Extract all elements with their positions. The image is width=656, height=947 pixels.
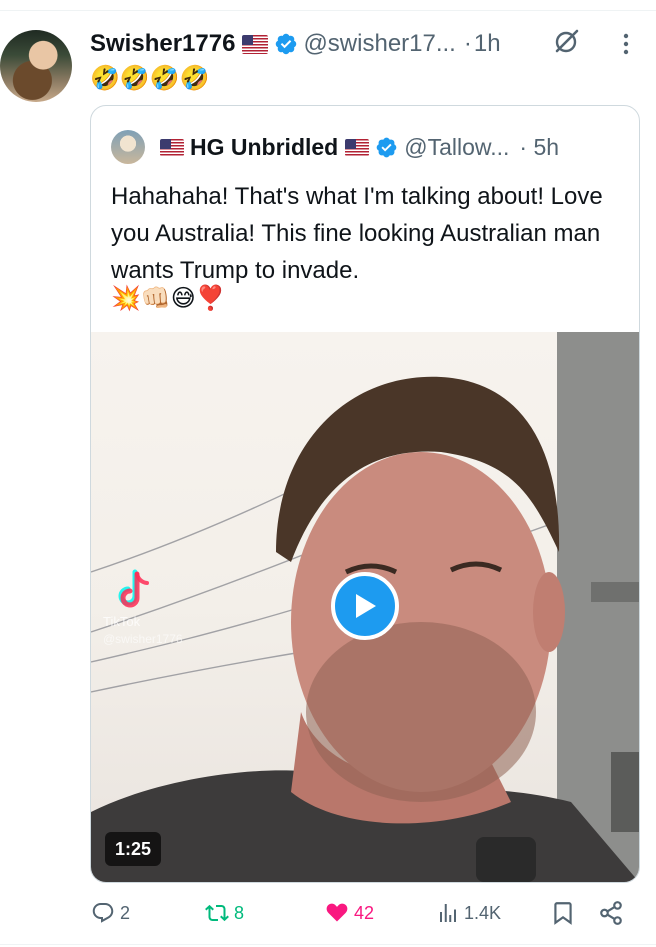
quote-emojis: 💥👊🏻😅❣️ [111, 281, 226, 317]
us-flag-icon [345, 138, 370, 156]
verified-badge-icon [376, 137, 397, 157]
post-header: Swisher1776 @swisher17... · 1h [90, 28, 501, 60]
separator-dot: · [463, 30, 472, 57]
reply-count: 2 [120, 902, 131, 923]
separator-dot: · [519, 133, 528, 160]
post-time[interactable]: 1h [474, 30, 501, 58]
repost-icon [205, 904, 229, 922]
action-bar: 2 8 42 1.4K [90, 896, 638, 930]
grok-icon[interactable] [552, 28, 580, 56]
video-duration: 1:25 [105, 832, 162, 866]
tiktok-watermark-label: TikTok [103, 614, 141, 629]
quoted-post[interactable]: HG Unbridled @Tallow... · 5h Hahahaha! T… [90, 105, 640, 883]
more-icon[interactable] [616, 30, 636, 58]
video-player[interactable]: TikTok @swisher1776 1:25 [91, 332, 639, 882]
quote-author-name[interactable]: HG Unbridled [190, 134, 338, 161]
share-icon [600, 901, 622, 925]
like-button[interactable]: 42 [324, 896, 374, 930]
reply-button[interactable]: 2 [90, 896, 130, 930]
us-flag-icon [242, 34, 269, 54]
views-button[interactable]: 1.4K [436, 896, 501, 930]
repost-count: 8 [234, 902, 245, 923]
bookmark-button[interactable] [550, 896, 580, 930]
play-icon [356, 594, 376, 618]
verified-badge-icon [276, 33, 297, 55]
tiktok-watermark-user: @swisher1776 [103, 632, 183, 646]
reply-icon [92, 903, 114, 923]
views-icon [440, 904, 456, 922]
tiktok-logo-icon [118, 569, 149, 608]
quote-time[interactable]: · 5h [519, 134, 559, 161]
like-count: 42 [354, 902, 375, 923]
quote-emoji-string: 💥👊🏻😅❣️ [111, 285, 226, 312]
us-flag-icon [160, 138, 184, 156]
post-text: 🤣🤣🤣🤣 [90, 64, 210, 94]
views-count: 1.4K [464, 902, 502, 923]
play-button[interactable] [331, 572, 399, 640]
top-divider [0, 10, 656, 11]
author-avatar[interactable] [0, 30, 72, 102]
share-button[interactable] [598, 896, 628, 930]
bookmark-icon [554, 902, 572, 925]
author-name[interactable]: Swisher1776 [90, 30, 235, 58]
author-handle[interactable]: @swisher17... [303, 30, 455, 58]
quote-text: Hahahaha! That's what I'm talking about!… [111, 183, 603, 284]
quote-author-avatar[interactable] [111, 130, 145, 164]
quote-header: HG Unbridled @Tallow... · 5h [111, 130, 559, 164]
quote-author-handle[interactable]: @Tallow... [404, 134, 509, 161]
heart-icon [326, 903, 348, 922]
post-text-content: 🤣🤣🤣🤣 [90, 65, 210, 92]
bottom-divider [0, 944, 656, 945]
quote-time-value: 5h [533, 133, 560, 160]
repost-button[interactable]: 8 [204, 896, 244, 930]
